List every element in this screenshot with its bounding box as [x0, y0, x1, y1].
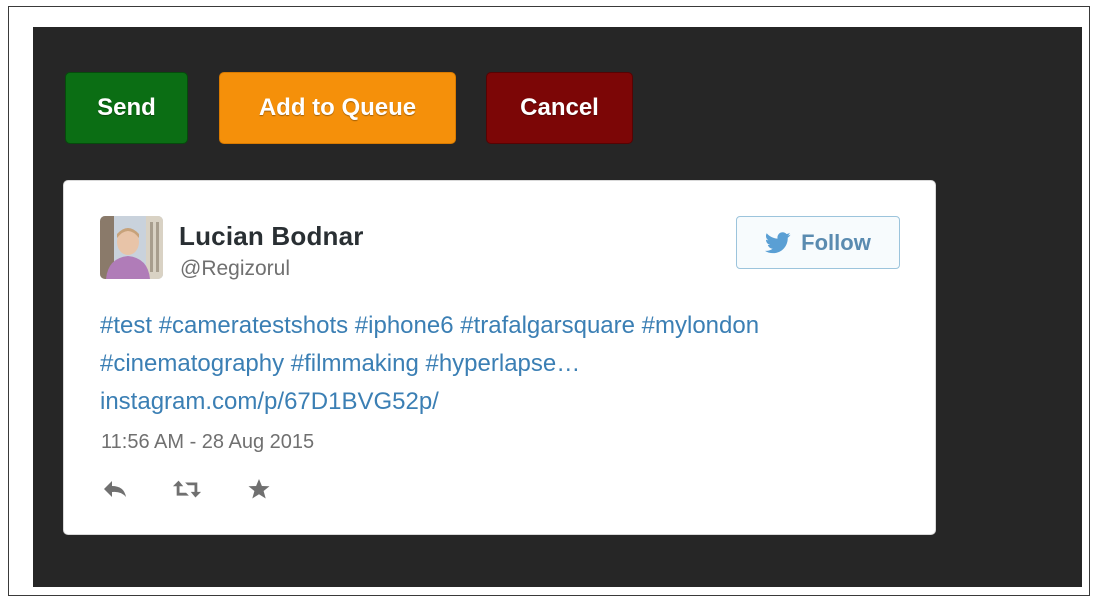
cancel-button[interactable]: Cancel — [486, 72, 633, 144]
tweet-hashtags-line-2[interactable]: #cinematography #filmmaking #hyperlapse… — [100, 345, 900, 383]
favorite-icon[interactable] — [244, 476, 274, 502]
tweet-actions — [100, 476, 274, 502]
twitter-bird-icon — [765, 231, 791, 254]
send-button[interactable]: Send — [65, 72, 188, 144]
follow-label: Follow — [801, 229, 871, 255]
author-handle[interactable]: @Regizorul — [180, 257, 290, 281]
tweet-card: Lucian Bodnar @Regizorul Follow #test #c… — [63, 180, 936, 535]
author-name[interactable]: Lucian Bodnar — [179, 221, 364, 252]
tweet-text: #test #cameratestshots #iphone6 #trafalg… — [100, 307, 900, 421]
tweet-link[interactable]: instagram.com/p/67D1BVG52p/ — [100, 383, 900, 421]
tweet-hashtags-line-1[interactable]: #test #cameratestshots #iphone6 #trafalg… — [100, 307, 900, 345]
tweet-timestamp[interactable]: 11:56 AM - 28 Aug 2015 — [101, 431, 314, 454]
add-to-queue-button[interactable]: Add to Queue — [219, 72, 456, 144]
avatar[interactable] — [100, 216, 163, 279]
avatar-image — [100, 216, 163, 279]
reply-icon[interactable] — [100, 476, 130, 502]
follow-button[interactable]: Follow — [736, 216, 900, 269]
retweet-icon[interactable] — [172, 476, 202, 502]
